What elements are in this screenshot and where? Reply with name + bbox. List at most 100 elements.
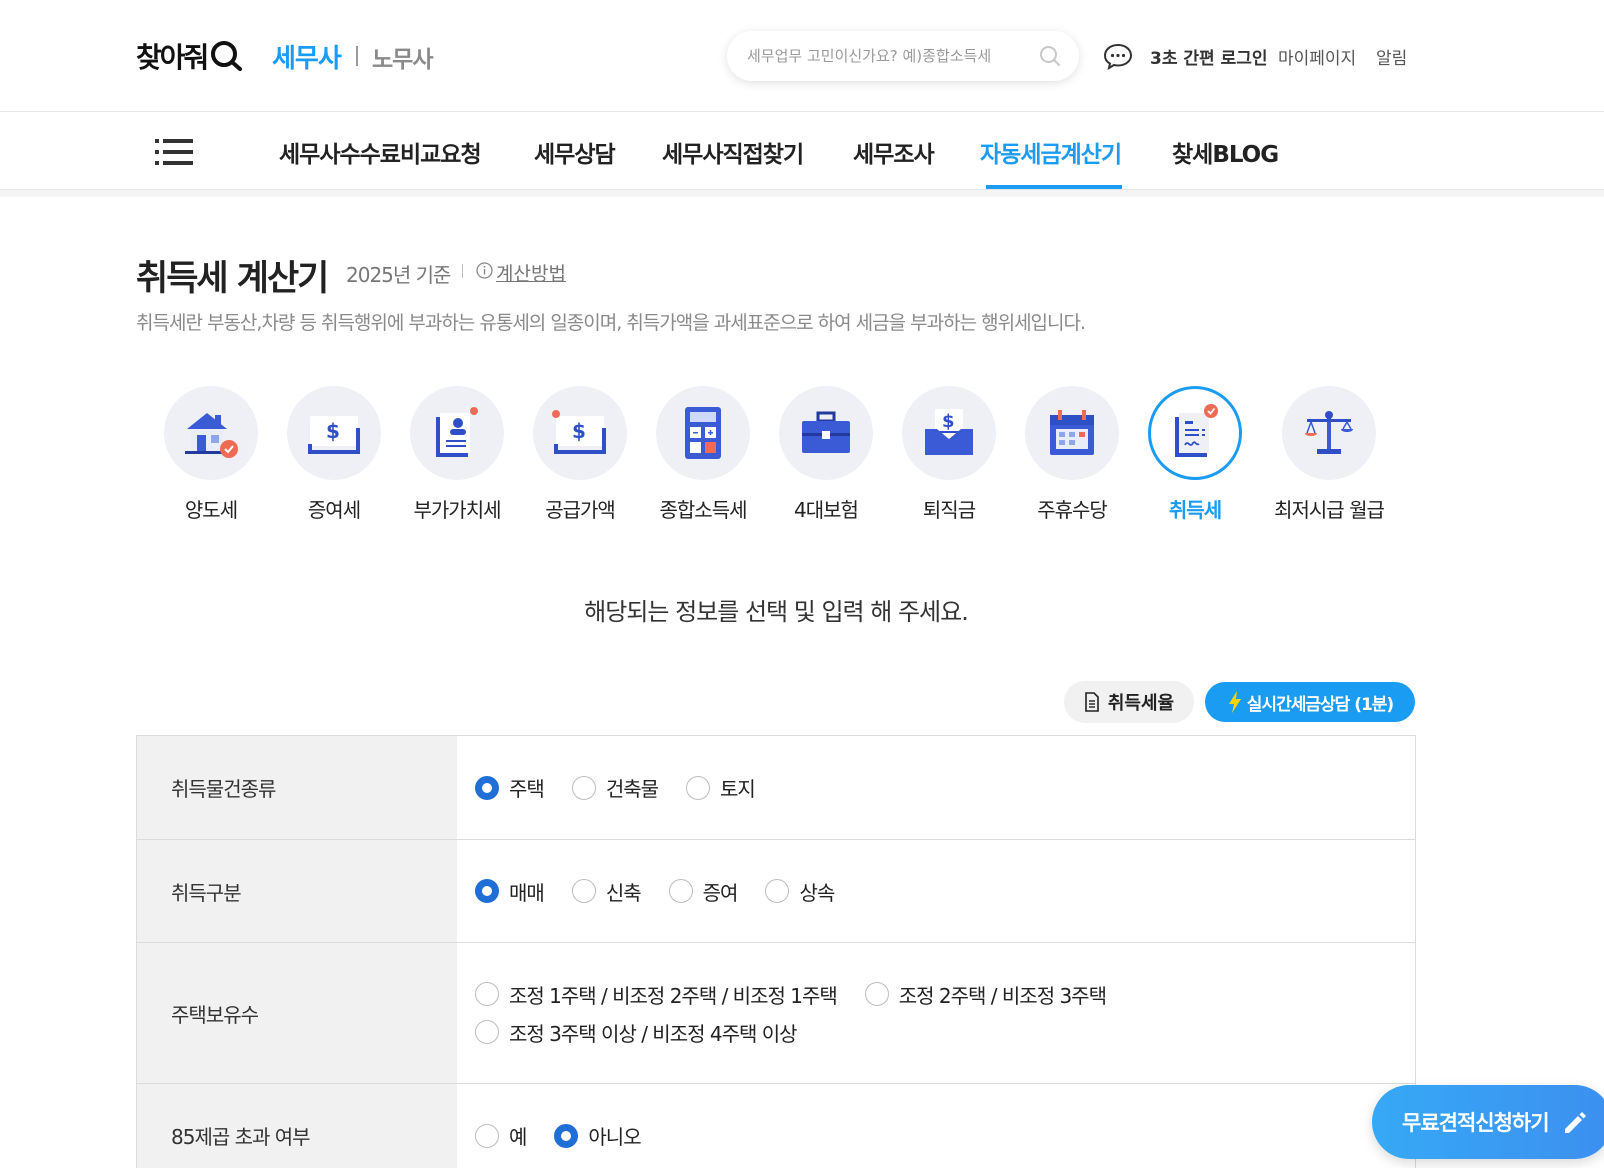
alarm-link[interactable]: 알림	[1376, 44, 1407, 69]
form-label: 취득구분	[137, 840, 457, 942]
calc-label: 부가가치세	[413, 498, 502, 522]
radio-button[interactable]	[864, 982, 889, 1006]
radio-label: 아니오	[588, 1125, 641, 1149]
radio-gift[interactable]: 증여	[668, 872, 739, 910]
briefcase-icon	[802, 411, 850, 453]
radio-button[interactable]	[571, 775, 596, 800]
radio-button[interactable]	[668, 879, 693, 903]
scale-icon	[1305, 411, 1353, 454]
form-row-property-type: 취득물건종류 주택 건축물 토지	[137, 736, 1415, 840]
radio-label: 조정 2주택 / 비조정 3주택	[898, 983, 1107, 1008]
radio-no[interactable]: 아니오	[554, 1117, 642, 1155]
logo[interactable]: 찾아줘	[136, 36, 243, 76]
calc-icon-circle	[164, 386, 258, 480]
radio-label: 증여	[702, 880, 739, 905]
calc-acquisition-tax[interactable]: 취득세	[1135, 386, 1255, 523]
radio-new-build[interactable]: 신축	[571, 872, 642, 910]
radio-label: 건축물	[605, 777, 659, 801]
nav-item-auto-calculator[interactable]: 자동세금계산기	[980, 135, 1122, 169]
document-person-icon	[436, 407, 478, 457]
radio-button[interactable]	[475, 982, 499, 1006]
calc-method-link[interactable]: 계산방법	[496, 259, 566, 286]
nav-item-tax-audit[interactable]: 세무조사	[853, 135, 935, 169]
calc-icon-circle	[410, 386, 504, 480]
form-row-over-85sqm: 85제곱 초과 여부 예 아니오	[137, 1084, 1415, 1168]
radio-button[interactable]	[475, 775, 499, 800]
calc-icon-circle	[779, 386, 873, 480]
calc-supply-value[interactable]: $ 공급가액	[520, 386, 640, 523]
calc-weekly-allowance[interactable]: 주휴수당	[1012, 386, 1132, 523]
mypage-link[interactable]: 마이페이지	[1278, 44, 1356, 69]
logo-tax-link[interactable]: 세무사	[272, 38, 342, 75]
radio-group: 조정 1주택 / 비조정 2주택 / 비조정 1주택 조정 2주택 / 비조정 …	[457, 943, 1415, 1083]
free-quote-label: 무료견적신청하기	[1402, 1111, 1550, 1135]
document-icon	[1085, 692, 1099, 712]
calc-label: 양도세	[184, 498, 238, 522]
radio-house-count-3[interactable]: 조정 3주택 이상 / 비조정 4주택 이상	[475, 1013, 798, 1051]
form-label: 85제곱 초과 여부	[137, 1084, 457, 1168]
radio-house-count-2[interactable]: 조정 2주택 / 비조정 3주택	[864, 975, 1107, 1013]
form-label: 주택보유수	[137, 943, 457, 1083]
house-icon	[185, 413, 238, 458]
nav-item-blog[interactable]: 찾세BLOG	[1172, 135, 1279, 169]
radio-house[interactable]: 주택	[475, 769, 545, 807]
radio-house-count-1[interactable]: 조정 1주택 / 비조정 2주택 / 비조정 1주택	[475, 975, 838, 1013]
calendar-icon	[1050, 410, 1094, 455]
calc-icon-circle: $	[287, 386, 381, 480]
calc-icon-circle: $	[902, 386, 996, 480]
svg-text:$: $	[326, 419, 340, 443]
search-icon[interactable]	[1039, 45, 1061, 67]
tax-rate-label: 취득세율	[1107, 693, 1175, 714]
info-icon	[476, 262, 493, 279]
radio-yes[interactable]: 예	[475, 1117, 527, 1155]
calc-severance[interactable]: $ 퇴직금	[889, 386, 1009, 523]
radio-building[interactable]: 건축물	[571, 769, 659, 807]
radio-group: 매매 신축 증여 상속	[457, 840, 1415, 942]
radio-button[interactable]	[765, 879, 790, 903]
live-consult-button[interactable]: 실시간세금상담 (1분)	[1205, 682, 1415, 722]
svg-text:$: $	[572, 419, 586, 443]
menu-icon[interactable]	[155, 138, 193, 166]
acquisition-tax-form: 취득물건종류 주택 건축물 토지 취득구분 매매 신축 증여 상속 주택보유수 …	[136, 735, 1416, 1168]
calc-icon-circle	[1025, 386, 1119, 480]
envelope-money-icon: $	[925, 409, 973, 455]
radio-label: 신축	[605, 880, 642, 905]
radio-label: 토지	[720, 777, 756, 801]
calc-minimum-wage[interactable]: 최저시급 월급	[1269, 386, 1389, 523]
radio-button[interactable]	[475, 1123, 499, 1148]
radio-purchase[interactable]: 매매	[475, 872, 545, 910]
radio-label: 예	[509, 1125, 527, 1149]
main-nav: 세무사수수료비교요청 세무상담 세무사직접찾기 세무조사 자동세금계산기 찾세B…	[0, 113, 1604, 190]
quick-login-link[interactable]: 3초 간편 로그인	[1150, 44, 1268, 69]
calc-capital-gains[interactable]: 양도세	[151, 386, 271, 523]
radio-group: 예 아니오	[457, 1084, 1415, 1168]
radio-button[interactable]	[571, 879, 596, 903]
page-title: 취득세 계산기	[136, 259, 329, 299]
top-header: 찾아줘 세무사 노무사 3초 간편 로그인 마이페이지 알림	[0, 0, 1604, 112]
form-row-house-count: 주택보유수 조정 1주택 / 비조정 2주택 / 비조정 1주택 조정 2주택 …	[137, 943, 1415, 1084]
svg-text:$: $	[942, 411, 955, 432]
tax-rate-button[interactable]: 취득세율	[1064, 681, 1194, 723]
radio-button[interactable]	[686, 775, 711, 800]
nav-item-fee-compare[interactable]: 세무사수수료비교요청	[279, 135, 482, 169]
calc-four-insurance[interactable]: 4대보험	[766, 386, 886, 523]
radio-button[interactable]	[475, 879, 499, 903]
calc-label: 증여세	[307, 498, 361, 522]
calc-icon-circle: $	[533, 386, 627, 480]
calc-income-tax[interactable]: 종합소득세	[643, 386, 763, 523]
radio-button[interactable]	[554, 1123, 579, 1148]
search-input[interactable]	[747, 44, 1027, 68]
logo-labor-link[interactable]: 노무사	[372, 40, 433, 74]
calc-icon-circle	[656, 386, 750, 480]
nav-item-tax-consult[interactable]: 세무상담	[534, 135, 616, 169]
calc-vat[interactable]: 부가가치세	[397, 386, 517, 523]
chat-icon[interactable]	[1103, 42, 1133, 71]
calculator-icon	[685, 407, 721, 459]
free-quote-button[interactable]: 무료견적신청하기	[1372, 1085, 1604, 1159]
radio-land[interactable]: 토지	[686, 769, 756, 807]
radio-button[interactable]	[475, 1020, 499, 1044]
calc-gift-tax[interactable]: $ 증여세	[274, 386, 394, 523]
radio-inheritance[interactable]: 상속	[765, 872, 835, 910]
nav-item-find-accountant[interactable]: 세무사직접찾기	[662, 135, 804, 169]
search-box	[727, 31, 1079, 81]
